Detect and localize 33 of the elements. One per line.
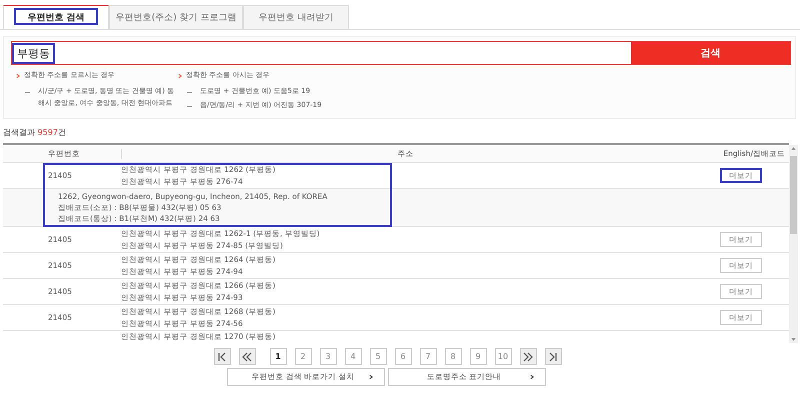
page-button[interactable]: 5	[370, 348, 386, 365]
chevron-icon	[177, 72, 183, 78]
next-pages-button[interactable]	[520, 348, 536, 365]
tab[interactable]: 우편번호 검색	[3, 5, 109, 29]
page-button[interactable]: 7	[420, 348, 436, 365]
dash-icon	[187, 106, 192, 107]
page-button[interactable]: 6	[394, 348, 412, 365]
last-page-button[interactable]	[544, 348, 562, 365]
next-pages-icon	[523, 352, 533, 362]
scrollbar[interactable]	[789, 145, 798, 343]
tab[interactable]: 우편번호 내려받기	[243, 5, 349, 29]
previous-pages-button[interactable]	[238, 348, 256, 365]
dash-icon	[187, 92, 192, 93]
scroll-down-icon	[790, 336, 797, 343]
page-button[interactable]: 4	[344, 348, 362, 365]
page-button[interactable]: 9	[470, 348, 486, 365]
chevron-icon	[529, 374, 535, 380]
result-count: 검색결과 9597건	[3, 127, 67, 138]
page-button[interactable]: 1	[270, 348, 286, 365]
tab[interactable]: 우편번호(주소) 찾기 프로그램	[109, 5, 243, 29]
last-page-icon	[548, 352, 558, 362]
scroll-up-icon	[790, 145, 797, 152]
page-button[interactable]: 2	[294, 348, 312, 365]
dash-icon	[25, 92, 30, 93]
scrollbar-thumb[interactable]	[790, 156, 797, 234]
chevron-icon	[368, 374, 374, 380]
chevron-icon	[15, 72, 21, 78]
first-page-button[interactable]	[214, 348, 230, 365]
previous-pages-icon	[242, 352, 252, 362]
page-button[interactable]: 8	[444, 348, 462, 365]
page-button[interactable]: 3	[320, 348, 336, 365]
first-page-icon	[217, 352, 227, 362]
page-button[interactable]: 10	[494, 348, 512, 365]
